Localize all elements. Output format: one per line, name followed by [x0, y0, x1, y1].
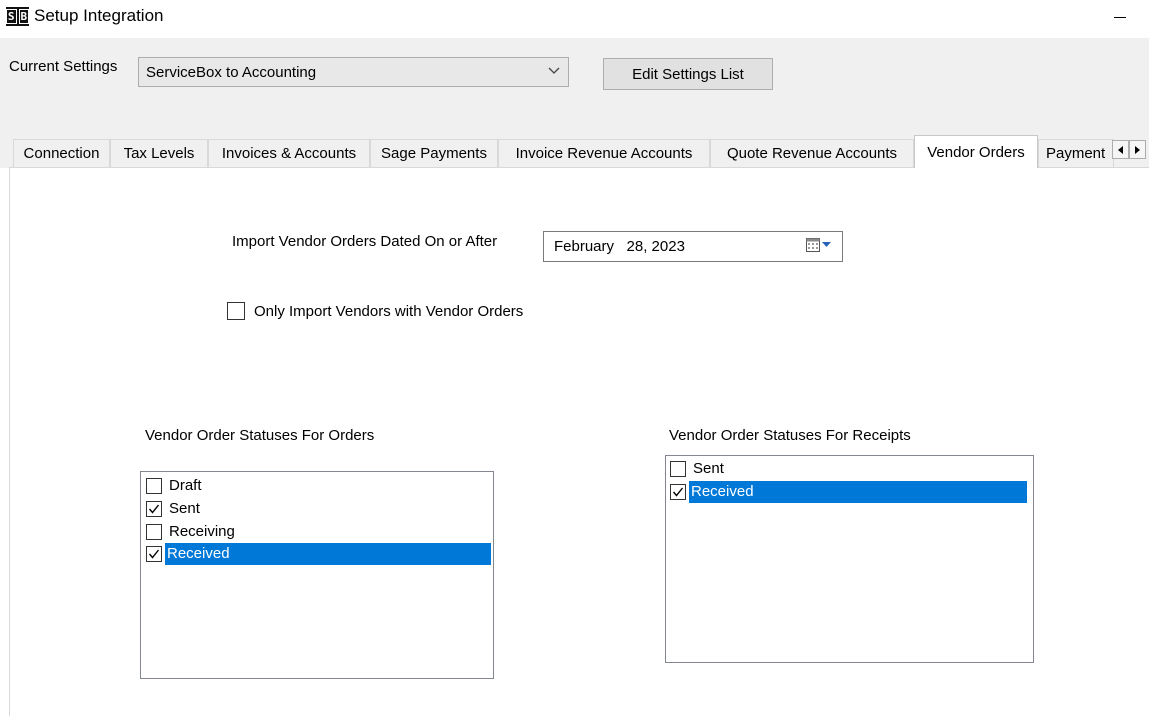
- receipts-statuses-title: Vendor Order Statuses For Receipts: [669, 427, 911, 444]
- tab-quote-revenue-accounts[interactable]: Quote Revenue Accounts: [710, 139, 914, 167]
- receiving-checkbox[interactable]: [146, 523, 162, 540]
- draft-label: Draft: [169, 477, 202, 494]
- logo-letter-b: B: [18, 9, 30, 24]
- orders-status-draft[interactable]: Draft: [146, 474, 491, 497]
- tab-invoice-revenue-accounts[interactable]: Invoice Revenue Accounts: [498, 139, 710, 167]
- only-import-vendors-checkbox[interactable]: [227, 302, 245, 320]
- tab-vendor-orders[interactable]: Vendor Orders: [914, 135, 1038, 168]
- dropdown-arrow-icon: [822, 242, 831, 247]
- received-label: Received: [165, 542, 491, 565]
- current-settings-dropdown[interactable]: ServiceBox to Accounting: [138, 57, 569, 87]
- edit-settings-list-button[interactable]: Edit Settings List: [603, 58, 773, 90]
- import-date-picker[interactable]: February 28, 2023: [543, 231, 843, 262]
- app-logo-icon: SB: [5, 7, 30, 26]
- sent-checkbox[interactable]: [146, 500, 162, 517]
- checkmark-icon: [148, 504, 160, 514]
- orders-statuses-list[interactable]: Draft Sent Receiving Received: [140, 471, 494, 679]
- arrow-right-icon: [1134, 145, 1140, 154]
- only-import-vendors-label: Only Import Vendors with Vendor Orders: [254, 302, 524, 320]
- sent-label: Sent: [169, 500, 200, 517]
- chevron-down-icon: [548, 67, 560, 74]
- checkmark-icon: [672, 487, 684, 497]
- tab-payment[interactable]: Payment: [1038, 139, 1114, 167]
- orders-status-received[interactable]: Received: [146, 542, 491, 565]
- receipts-sent-label: Sent: [693, 460, 724, 477]
- receipts-status-sent[interactable]: Sent: [670, 457, 1032, 480]
- minimize-button[interactable]: [1100, 0, 1140, 32]
- receiving-label: Receiving: [169, 523, 235, 540]
- tab-sage-payments[interactable]: Sage Payments: [370, 139, 498, 167]
- tab-connection[interactable]: Connection: [13, 139, 110, 167]
- current-settings-value: ServiceBox to Accounting: [146, 64, 317, 81]
- logo-letter-s: S: [5, 9, 17, 24]
- calendar-dropdown-button[interactable]: [806, 238, 831, 252]
- minimize-icon: [1114, 16, 1126, 18]
- received-checkbox[interactable]: [146, 545, 162, 562]
- import-date-value: February 28, 2023: [554, 238, 685, 255]
- draft-checkbox[interactable]: [146, 477, 162, 494]
- arrow-left-icon: [1117, 145, 1123, 154]
- orders-status-sent[interactable]: Sent: [146, 497, 491, 520]
- tab-scroll-controls: [1112, 140, 1146, 161]
- tab-scroll-right-button[interactable]: [1129, 140, 1146, 159]
- current-settings-label: Current Settings: [9, 58, 118, 75]
- orders-statuses-title: Vendor Order Statuses For Orders: [145, 427, 375, 444]
- title-bar: [0, 0, 1149, 38]
- receipts-sent-checkbox[interactable]: [670, 460, 686, 477]
- tab-tax-levels[interactable]: Tax Levels: [110, 139, 208, 167]
- receipts-received-label: Received: [689, 480, 1027, 503]
- window-title: Setup Integration: [34, 6, 164, 25]
- tab-invoices-accounts[interactable]: Invoices & Accounts: [208, 139, 370, 167]
- receipts-statuses-list[interactable]: Sent Received: [665, 455, 1034, 663]
- checkmark-icon: [148, 549, 160, 559]
- orders-status-receiving[interactable]: Receiving: [146, 520, 491, 543]
- receipts-received-checkbox[interactable]: [670, 483, 686, 500]
- only-import-vendors-option[interactable]: Only Import Vendors with Vendor Orders: [227, 302, 523, 320]
- receipts-status-received[interactable]: Received: [670, 480, 1032, 503]
- calendar-icon: [806, 238, 820, 252]
- import-date-label: Import Vendor Orders Dated On or After: [232, 233, 498, 250]
- tab-scroll-left-button[interactable]: [1112, 140, 1129, 159]
